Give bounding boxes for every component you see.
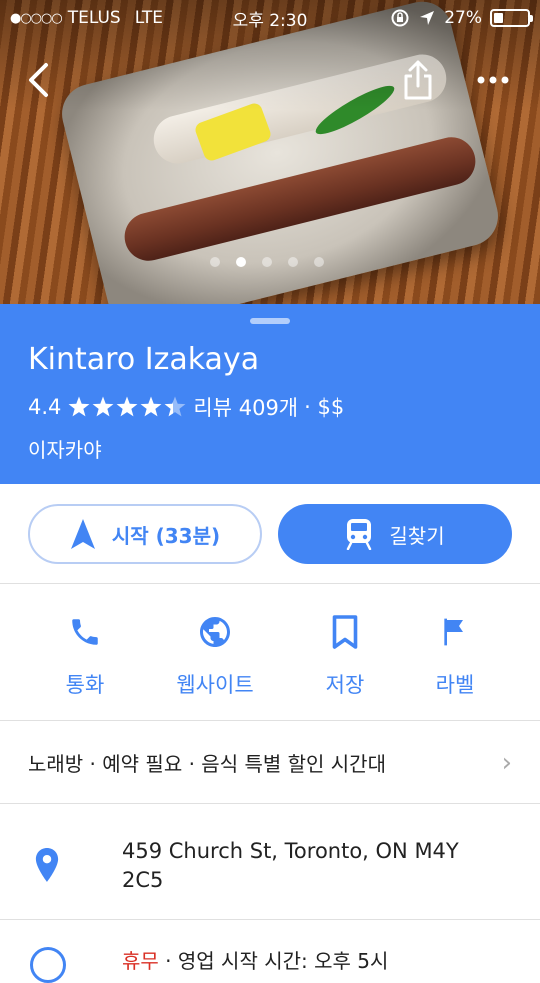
transit-train-icon xyxy=(347,519,372,550)
globe-icon xyxy=(200,617,230,647)
status-bar: ●○○○○ TELUS LTE 오후 2:30 27% xyxy=(0,0,540,36)
features-text: 노래방 · 예약 필요 · 음식 특별 할인 시간대 xyxy=(28,752,386,776)
signal-strength: ●○○○○ xyxy=(10,10,63,26)
share-button[interactable] xyxy=(402,60,434,106)
battery-icon xyxy=(490,9,533,27)
star-3 xyxy=(116,396,138,417)
save-button[interactable]: 저장 xyxy=(285,609,405,699)
features-row[interactable]: 노래방 · 예약 필요 · 음식 특별 할인 시간대 › xyxy=(0,722,540,804)
pager-dot[interactable] xyxy=(262,257,272,267)
chevron-right-icon: › xyxy=(501,747,512,778)
back-button[interactable] xyxy=(24,62,52,102)
place-name: Kintaro Izakaya xyxy=(28,342,260,377)
rating-value: 4.4 xyxy=(28,395,62,419)
rotation-lock-icon xyxy=(391,9,409,27)
pager-dot[interactable] xyxy=(210,257,220,267)
hours-row[interactable]: 휴무 · 영업 시작 시간: 오후 5시 xyxy=(0,921,540,983)
place-photo[interactable] xyxy=(0,0,540,304)
star-5 xyxy=(164,396,186,417)
flag-icon xyxy=(444,618,463,646)
address-text: 459 Church St, Toronto, ON M4Y 2C5 xyxy=(122,839,459,892)
address-row[interactable]: 459 Church St, Toronto, ON M4Y 2C5 xyxy=(0,805,540,920)
chevron-left-icon xyxy=(29,63,48,97)
rating-row[interactable]: 4.4 리뷰 409개 · $$ xyxy=(28,392,344,422)
directions-label: 길찾기 xyxy=(389,523,445,548)
call-button[interactable]: 통화 xyxy=(25,609,145,699)
place-category: 이자카야 xyxy=(28,438,102,462)
location-arrow-icon xyxy=(420,11,435,25)
battery-percent: 27% xyxy=(444,8,482,28)
place-header[interactable]: Kintaro Izakaya 4.4 리뷰 409개 · $$ 이자카야 xyxy=(0,304,540,484)
call-label: 통화 xyxy=(65,673,105,697)
website-label: 웹사이트 xyxy=(176,673,254,697)
star-2 xyxy=(92,396,114,417)
review-count: 리뷰 409개 xyxy=(193,396,299,420)
pager-dot[interactable] xyxy=(314,257,324,267)
photo-pager[interactable] xyxy=(210,257,324,267)
phone-icon xyxy=(72,619,98,645)
location-pin-icon xyxy=(35,848,59,882)
bookmark-icon xyxy=(332,615,358,649)
battery-fill xyxy=(494,13,503,23)
label-button[interactable]: 라벨 xyxy=(395,609,515,699)
save-label: 저장 xyxy=(325,673,365,697)
price-level: · $$ xyxy=(304,395,345,419)
more-options-button[interactable] xyxy=(476,70,510,94)
start-label: 시작 (33분) xyxy=(111,523,221,548)
carrier-name: TELUS xyxy=(67,8,121,28)
quick-actions: 통화 웹사이트 저장 라벨 xyxy=(0,585,540,721)
hours-status: 휴무 xyxy=(122,949,159,973)
directions-button[interactable]: 길찾기 xyxy=(278,504,512,564)
navigation-arrow-icon xyxy=(70,519,95,549)
network-type: LTE xyxy=(134,8,163,28)
hours-detail: · 영업 시작 시간: 오후 5시 xyxy=(165,949,389,973)
pager-dot[interactable] xyxy=(288,257,298,267)
drag-handle[interactable] xyxy=(250,318,290,324)
label-label: 라벨 xyxy=(435,673,475,697)
share-icon xyxy=(404,60,432,100)
more-dots-icon xyxy=(477,76,509,84)
website-button[interactable]: 웹사이트 xyxy=(155,609,275,699)
start-navigation-button[interactable]: 시작 (33분) xyxy=(28,504,262,564)
star-1 xyxy=(68,396,90,417)
pager-dot-active[interactable] xyxy=(236,257,246,267)
primary-actions: 시작 (33분) 길찾기 xyxy=(0,484,540,584)
rating-stars xyxy=(68,396,186,417)
star-4 xyxy=(140,396,162,417)
clock-icon xyxy=(30,947,66,983)
